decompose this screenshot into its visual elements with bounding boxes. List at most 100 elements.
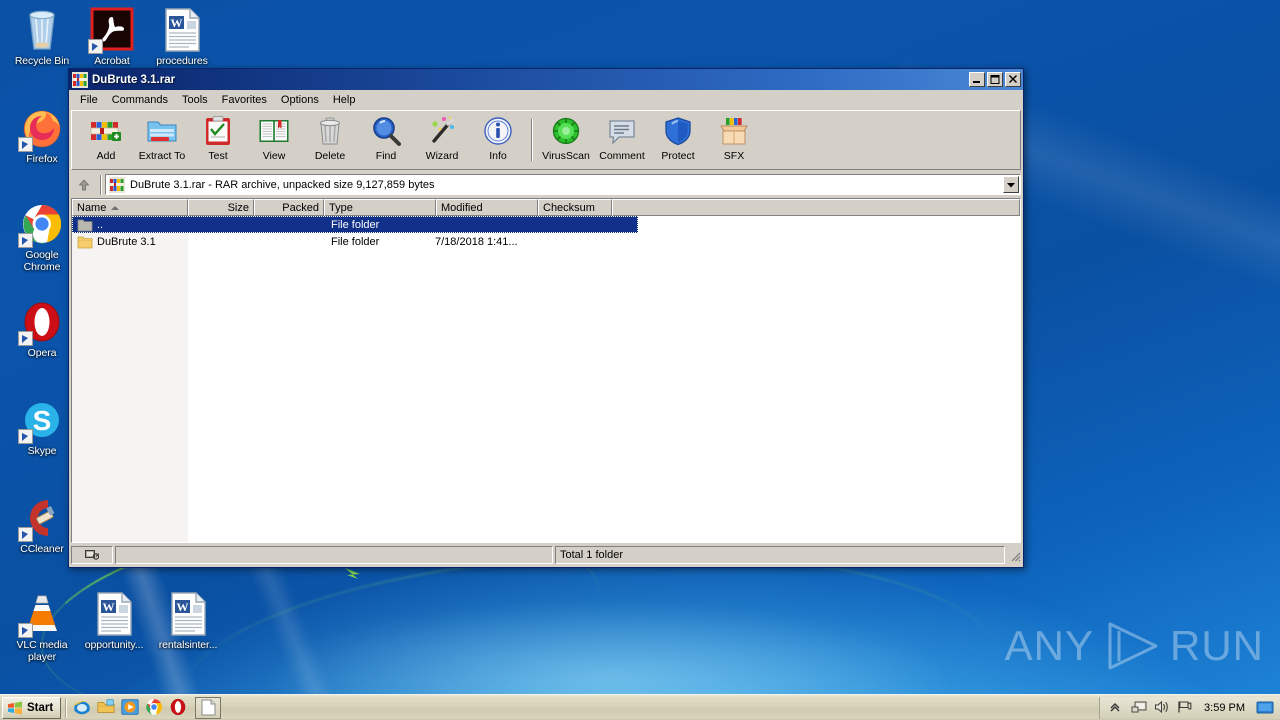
up-one-level-button[interactable] xyxy=(71,173,97,196)
column-header-label: Name xyxy=(77,201,107,214)
archive-path-dropdown-button[interactable] xyxy=(1003,176,1019,193)
toolbar-button-label: Test xyxy=(208,150,228,162)
toolbar[interactable]: Add Extract To Test View Delete Find Wizard Inf… xyxy=(71,110,1021,170)
quick-launch-bar[interactable] xyxy=(71,697,191,719)
parent-folder-icon xyxy=(77,217,93,233)
toolbar-button-virusscan[interactable]: VirusScan xyxy=(538,113,594,167)
toolbar-button-delete[interactable]: Delete xyxy=(302,113,358,167)
speaker-icon xyxy=(1155,700,1168,713)
network-tray-icon[interactable] xyxy=(1131,700,1147,716)
desktop-icon-opportunity-doc[interactable]: Wopportunity... xyxy=(78,590,150,652)
menu-item-tools[interactable]: Tools xyxy=(175,92,215,108)
menu-item-commands[interactable]: Commands xyxy=(105,92,175,108)
toolbar-button-view[interactable]: View xyxy=(246,113,302,167)
svg-text:W: W xyxy=(171,16,183,30)
desktop[interactable]: Recycle Bin Acrobat Wprocedures Firefox Goog… xyxy=(0,0,1280,720)
menu-item-file[interactable]: File xyxy=(73,92,105,108)
system-tray[interactable]: 3:59 PM xyxy=(1099,696,1280,719)
taskbar-clock[interactable]: 3:59 PM xyxy=(1200,702,1249,714)
desktop-icon-label: opportunity... xyxy=(84,639,144,651)
cell-name: DuBrute 3.1 xyxy=(97,235,156,248)
desktop-icon-label: Recycle Bin xyxy=(14,55,70,67)
table-row[interactable]: DuBrute 3.1 File folder 7/18/2018 1:41... xyxy=(72,233,1020,250)
menu-bar[interactable]: File Commands Tools Favorites Options Help xyxy=(69,90,1023,109)
quicklaunch-separator xyxy=(65,697,68,718)
volume-tray-icon[interactable] xyxy=(1154,700,1170,716)
archive-key-icon xyxy=(85,550,99,560)
column-header-modified[interactable]: Modified xyxy=(436,199,538,216)
toolbar-button-label: SFX xyxy=(723,150,745,162)
menu-item-help[interactable]: Help xyxy=(326,92,363,108)
show-desktop-icon[interactable] xyxy=(1256,699,1274,717)
toolbar-separator xyxy=(100,174,102,195)
column-headers[interactable]: Name Size Packed Type Modified Checksum xyxy=(72,199,1020,216)
sfx-box-icon xyxy=(718,115,750,147)
add-archive-icon xyxy=(90,115,122,147)
desktop-icon-recycle-bin[interactable]: Recycle Bin xyxy=(6,6,78,68)
file-list-panel[interactable]: Name Size Packed Type Modified Checksum .. Fil… xyxy=(71,198,1021,543)
desktop-icon-acrobat[interactable]: Acrobat xyxy=(76,6,148,68)
quicklaunch-windows-explorer[interactable] xyxy=(96,697,118,719)
menu-item-favorites[interactable]: Favorites xyxy=(215,92,274,108)
toolbar-button-wizard[interactable]: Wizard xyxy=(414,113,470,167)
quicklaunch-internet-explorer[interactable] xyxy=(72,697,94,719)
word-doc-icon: W xyxy=(158,6,206,54)
column-header-packed[interactable]: Packed xyxy=(254,199,324,216)
archive-path-field[interactable]: DuBrute 3.1.rar - RAR archive, unpacked … xyxy=(105,174,1021,195)
desktop-icon-procedures[interactable]: Wprocedures xyxy=(146,6,218,68)
task-button-document[interactable] xyxy=(195,696,222,719)
svg-text:W: W xyxy=(177,600,189,614)
sort-ascending-icon xyxy=(111,205,120,210)
address-bar[interactable]: DuBrute 3.1.rar - RAR archive, unpacked … xyxy=(71,173,1021,196)
file-list-rows[interactable]: .. File folder DuBrute 3.1 File folder 7/18/… xyxy=(72,216,1020,542)
document-icon xyxy=(201,699,216,716)
toolbar-button-comment[interactable]: Comment xyxy=(594,113,650,167)
minimize-button[interactable] xyxy=(969,72,985,87)
maximize-button[interactable] xyxy=(987,72,1003,87)
toolbar-button-info[interactable]: Info xyxy=(470,113,526,167)
desktop-icon-rentalsinter-doc[interactable]: Wrentalsinter... xyxy=(152,590,224,652)
column-header-size[interactable]: Size xyxy=(188,199,254,216)
table-row[interactable]: .. File folder xyxy=(72,216,638,233)
quicklaunch-chrome[interactable] xyxy=(144,697,166,719)
winrar-window[interactable]: DuBrute 3.1.rar File Commands Tools Favorit… xyxy=(68,68,1024,568)
toolbar-button-extract-to[interactable]: Extract To xyxy=(134,113,190,167)
firefox-icon xyxy=(18,104,66,152)
vlc-icon xyxy=(18,590,66,638)
archive-lock-indicator[interactable] xyxy=(71,546,113,564)
start-label: Start xyxy=(27,701,54,714)
toolbar-button-add[interactable]: Add xyxy=(78,113,134,167)
close-button[interactable] xyxy=(1005,72,1021,87)
watermark-run-text: RUN xyxy=(1170,622,1264,669)
start-button[interactable]: Start xyxy=(2,696,62,719)
column-header-name[interactable]: Name xyxy=(72,199,188,216)
extract-folder-icon xyxy=(146,115,178,147)
show-hidden-icons-button[interactable] xyxy=(1108,700,1124,716)
taskbar[interactable]: Start 3:59 PM xyxy=(0,694,1280,720)
quicklaunch-media-player[interactable] xyxy=(120,697,142,719)
find-magnifier-icon xyxy=(370,115,402,147)
toolbar-button-label: Protect xyxy=(661,150,695,162)
desktop-icon-vlc-media-player[interactable]: VLC media player xyxy=(6,590,78,663)
anyrun-play-logo-icon xyxy=(1108,622,1158,670)
column-header-checksum[interactable]: Checksum xyxy=(538,199,612,216)
window-titlebar[interactable]: DuBrute 3.1.rar xyxy=(69,69,1023,90)
menu-item-options[interactable]: Options xyxy=(274,92,326,108)
toolbar-button-test[interactable]: Test xyxy=(190,113,246,167)
cell-modified: 7/18/2018 1:41... xyxy=(435,235,518,248)
shortcut-arrow-icon xyxy=(18,137,33,152)
toolbar-button-protect[interactable]: Protect xyxy=(650,113,706,167)
virusscan-icon xyxy=(550,115,582,147)
view-book-icon xyxy=(258,115,290,147)
column-header-type[interactable]: Type xyxy=(324,199,436,216)
action-center-tray-icon[interactable] xyxy=(1177,700,1193,716)
toolbar-button-sfx[interactable]: SFX xyxy=(706,113,762,167)
shortcut-arrow-icon xyxy=(18,527,33,542)
skype-icon: S xyxy=(18,396,66,444)
quicklaunch-opera[interactable] xyxy=(168,697,190,719)
winrar-books-icon xyxy=(109,176,125,193)
toolbar-button-find[interactable]: Find xyxy=(358,113,414,167)
shortcut-arrow-icon xyxy=(18,623,33,638)
resize-grip-icon[interactable] xyxy=(1007,548,1021,562)
column-header-filler xyxy=(612,199,1020,216)
